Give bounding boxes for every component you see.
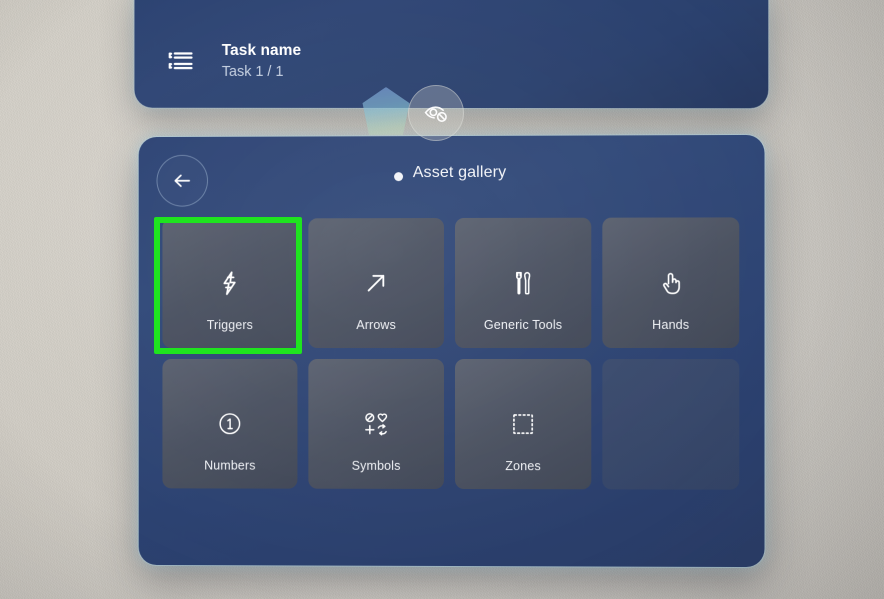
page-title: Asset gallery — [412, 163, 507, 182]
asset-tile-arrows[interactable]: Arrows — [308, 218, 445, 349]
pointing-hand-icon — [602, 266, 739, 300]
task-info: Task name Task 1 / 1 — [222, 40, 301, 84]
title-bullet-dot — [393, 172, 403, 182]
asset-tile-numbers[interactable]: Numbers — [162, 358, 298, 489]
asset-tile-label: Hands — [652, 317, 690, 332]
gallery-title-group: Asset gallery — [139, 163, 765, 183]
task-list-icon — [164, 45, 198, 79]
circled-one-icon — [162, 407, 297, 441]
asset-tile-generic-tools[interactable]: Generic Tools — [454, 217, 592, 348]
asset-tile-symbols[interactable]: Symbols — [308, 358, 445, 489]
asset-tile-label: Symbols — [351, 458, 401, 473]
task-name: Task name — [221, 41, 302, 59]
asset-tile-zones[interactable]: Zones — [454, 359, 592, 490]
mixed-reality-scene: Task name Task 1 / 1 Asset gallery Trigg… — [0, 0, 884, 599]
dashed-square-icon — [455, 407, 591, 441]
eye-off-button[interactable] — [408, 85, 464, 141]
gallery-header: Asset gallery — [139, 135, 765, 219]
floating-controls — [355, 84, 465, 142]
asset-tile-label: Generic Tools — [483, 317, 563, 332]
tools-icon — [455, 266, 591, 300]
hologram-gem-icon — [362, 87, 410, 135]
arrow-up-right-icon — [308, 266, 444, 300]
asset-tile-label: Numbers — [204, 458, 256, 473]
asset-tile-triggers[interactable]: Triggers — [162, 218, 298, 349]
lightning-bolt-icon — [162, 266, 297, 300]
eye-off-icon — [423, 100, 449, 126]
asset-tile-empty[interactable] — [602, 359, 740, 490]
asset-tile-grid: Triggers Arrows Generic Tools Hands Numb… — [162, 217, 740, 490]
asset-gallery-panel: Asset gallery Triggers Arrows Generic To… — [138, 134, 765, 568]
task-progress: Task 1 / 1 — [221, 64, 284, 81]
symbols-grid-icon — [308, 407, 444, 441]
asset-tile-label: Triggers — [206, 318, 253, 333]
asset-tile-hands[interactable]: Hands — [602, 217, 740, 348]
asset-tile-label: Zones — [505, 459, 541, 474]
asset-tile-label: Arrows — [356, 318, 396, 333]
